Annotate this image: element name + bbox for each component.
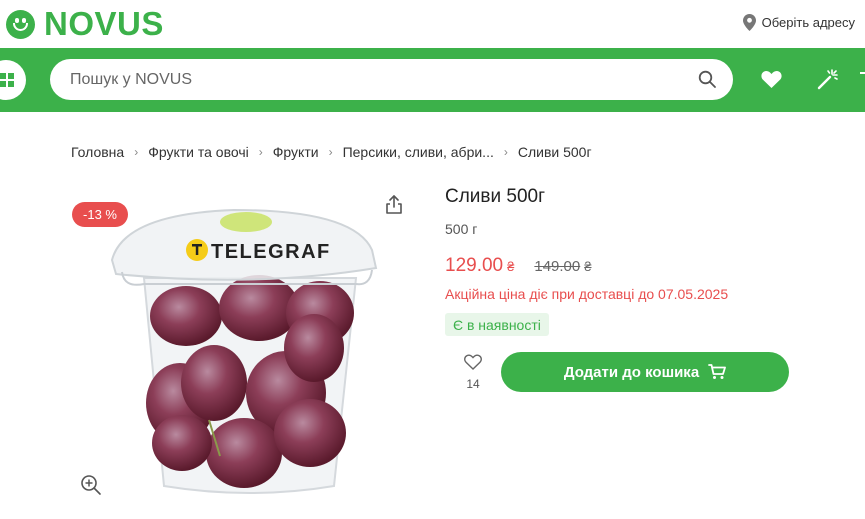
smiley-logo-icon — [6, 9, 35, 39]
discount-badge: -13 % — [72, 202, 128, 227]
chevron-right-icon: › — [328, 145, 333, 159]
product-title: Сливи 500г — [445, 186, 546, 207]
product-weight: 500 г — [445, 221, 478, 237]
cart-icon[interactable] — [860, 72, 865, 84]
add-to-favorites-button[interactable]: 14 — [458, 354, 488, 391]
price-row: 129.00 ₴ 149.00 ₴ — [445, 255, 591, 277]
magic-wand-icon[interactable] — [817, 68, 839, 90]
old-price: 149.00 ₴ — [534, 258, 592, 275]
breadcrumb-current: Сливи 500г — [517, 144, 592, 160]
chevron-right-icon: › — [258, 145, 263, 159]
search-input[interactable] — [70, 70, 670, 89]
product-gallery: TELEGRAF -13 % — [64, 188, 424, 519]
chevron-right-icon: › — [503, 145, 508, 159]
search-icon[interactable] — [698, 70, 717, 89]
choose-address-button[interactable]: Оберіть адресу — [742, 14, 855, 31]
search-bar — [50, 59, 733, 100]
breadcrumb-fruits[interactable]: Фрукти — [273, 144, 319, 160]
add-to-cart-button[interactable]: Додати до кошика — [501, 352, 789, 392]
chevron-right-icon: › — [134, 145, 139, 159]
top-header: NOVUS Оберіть адресу — [0, 0, 865, 48]
share-icon[interactable] — [385, 195, 403, 215]
promo-notice: Акційна ціна діє при доставці до 07.05.2… — [445, 286, 729, 302]
current-price: 129.00 ₴ — [445, 255, 515, 276]
heart-icon — [464, 354, 482, 370]
product-image[interactable]: TELEGRAF — [64, 188, 424, 519]
stock-status-badge: Є в наявності — [445, 313, 549, 336]
favorites-count: 14 — [466, 377, 480, 391]
breadcrumb-peaches-plums[interactable]: Персики, сливи, абри... — [343, 144, 494, 160]
cart-icon — [708, 364, 727, 379]
address-label: Оберіть адресу — [761, 15, 855, 30]
breadcrumb: Головна › Фрукти та овочі › Фрукти › Пер… — [71, 144, 592, 160]
logo-text: NOVUS — [44, 5, 164, 42]
add-to-cart-label: Додати до кошика — [563, 363, 700, 381]
zoom-in-icon[interactable] — [80, 474, 102, 496]
novus-logo[interactable]: NOVUS — [6, 5, 164, 42]
telegraf-watermark: TELEGRAF — [211, 241, 331, 263]
location-pin-icon — [742, 14, 756, 31]
favorites-heart-icon[interactable] — [761, 70, 782, 89]
nav-bar — [0, 48, 865, 112]
breadcrumb-home[interactable]: Головна — [71, 144, 124, 160]
plums-icon — [146, 275, 354, 488]
breadcrumb-fruits-vegetables[interactable]: Фрукти та овочі — [148, 144, 249, 160]
menu-icon[interactable] — [0, 60, 26, 100]
